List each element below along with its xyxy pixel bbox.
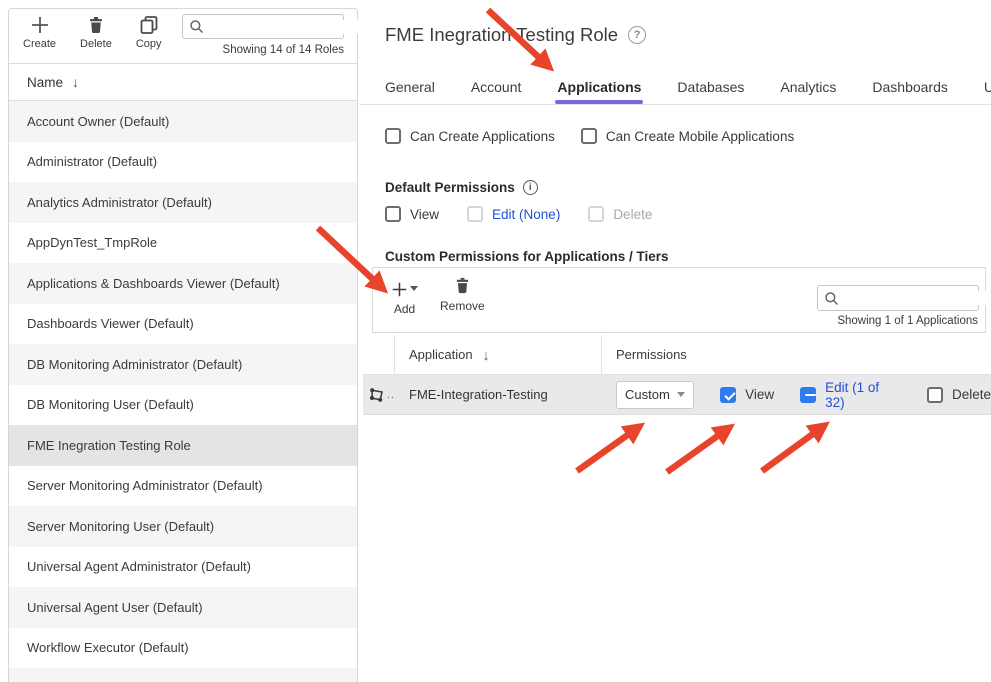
default-edit-link[interactable]: Edit (None) bbox=[492, 207, 560, 222]
can-create-mobile-applications-checkbox[interactable] bbox=[581, 128, 597, 144]
chevron-down-icon bbox=[410, 286, 418, 291]
custom-permissions-heading: Custom Permissions for Applications / Ti… bbox=[385, 249, 669, 264]
row-delete-label: Delete bbox=[952, 387, 991, 402]
create-role-button[interactable]: Create bbox=[23, 15, 56, 50]
tab-applications[interactable]: Applications bbox=[557, 70, 641, 104]
role-tabs: General Account Applications Databases A… bbox=[360, 70, 991, 105]
permission-mode-select[interactable]: Custom bbox=[616, 381, 694, 409]
search-icon bbox=[824, 291, 839, 306]
applications-table: Application ↓ Permissions .. FME-Integra… bbox=[363, 335, 991, 415]
sort-descending-icon: ↓ bbox=[72, 74, 79, 90]
permissions-column-header: Permissions bbox=[602, 335, 991, 374]
role-list-item[interactable]: DB Monitoring User (Default) bbox=[9, 385, 357, 426]
role-list-item[interactable]: Applications & Dashboards Viewer (Defaul… bbox=[9, 263, 357, 304]
tab-general[interactable]: General bbox=[385, 70, 435, 104]
role-list-item-selected[interactable]: FME Inegration Testing Role bbox=[9, 425, 357, 466]
role-list-item[interactable]: Dashboards Viewer (Default) bbox=[9, 304, 357, 345]
copy-label: Copy bbox=[136, 38, 162, 50]
default-delete-option: Delete bbox=[588, 206, 652, 222]
trash-icon bbox=[453, 276, 472, 295]
custom-permissions-toolbar: Add Remove Showing 1 of 1 Applications bbox=[372, 267, 986, 333]
role-list-item[interactable]: Analytics Administrator (Default) bbox=[9, 182, 357, 223]
roles-list: Account Owner (Default) Administrator (D… bbox=[9, 101, 357, 682]
help-icon[interactable]: ? bbox=[628, 26, 646, 44]
list-filler-stripe bbox=[9, 668, 357, 682]
role-list-item[interactable]: AppDynTest_TmpRole bbox=[9, 223, 357, 264]
default-delete-checkbox[interactable] bbox=[588, 206, 604, 222]
application-table-row[interactable]: .. FME-Integration-Testing Custom View E… bbox=[363, 375, 991, 415]
tab-account[interactable]: Account bbox=[471, 70, 522, 104]
icon-ellipsis: .. bbox=[387, 389, 395, 401]
add-label: Add bbox=[394, 302, 415, 316]
roles-count-text: Showing 14 of 14 Roles bbox=[223, 44, 344, 56]
copy-role-button[interactable]: Copy bbox=[136, 15, 162, 50]
delete-role-button[interactable]: Delete bbox=[80, 15, 112, 50]
can-create-mobile-applications-option: Can Create Mobile Applications bbox=[581, 128, 794, 144]
page-title: FME Inegration Testing Role bbox=[385, 24, 618, 46]
can-create-applications-checkbox[interactable] bbox=[385, 128, 401, 144]
copy-icon bbox=[139, 15, 159, 35]
roles-search-input[interactable] bbox=[209, 20, 364, 34]
remove-label: Remove bbox=[440, 299, 485, 313]
icon-column-header bbox=[363, 335, 395, 374]
tab-dashboards[interactable]: Dashboards bbox=[872, 70, 948, 104]
default-edit-checkbox[interactable] bbox=[467, 206, 483, 222]
info-icon[interactable]: i bbox=[523, 180, 538, 195]
applications-table-header: Application ↓ Permissions bbox=[363, 335, 991, 375]
plus-icon bbox=[30, 15, 50, 35]
row-view-checkbox[interactable] bbox=[720, 387, 736, 403]
row-view-label: View bbox=[745, 387, 774, 402]
role-list-item[interactable]: Universal Agent User (Default) bbox=[9, 587, 357, 628]
application-name-cell: FME-Integration-Testing bbox=[395, 387, 602, 402]
default-view-option: View bbox=[385, 206, 439, 222]
roles-sidebar: Create Delete Copy bbox=[8, 8, 358, 682]
role-list-item[interactable]: Server Monitoring User (Default) bbox=[9, 506, 357, 547]
plus-icon bbox=[391, 281, 408, 298]
role-list-item[interactable]: Server Monitoring Administrator (Default… bbox=[9, 466, 357, 507]
can-create-applications-option: Can Create Applications bbox=[385, 128, 555, 144]
default-view-label: View bbox=[410, 207, 439, 222]
applications-count-text: Showing 1 of 1 Applications bbox=[837, 315, 978, 327]
add-application-button[interactable]: Add bbox=[391, 276, 418, 316]
name-column-header[interactable]: Name ↓ bbox=[9, 64, 357, 101]
tab-databases[interactable]: Databases bbox=[677, 70, 744, 104]
application-column-header[interactable]: Application ↓ bbox=[395, 335, 602, 374]
role-list-item[interactable]: Workflow Executor (Default) bbox=[9, 628, 357, 669]
can-create-applications-label: Can Create Applications bbox=[410, 129, 555, 144]
can-create-mobile-applications-label: Can Create Mobile Applications bbox=[606, 129, 794, 144]
tab-analytics[interactable]: Analytics bbox=[780, 70, 836, 104]
delete-label: Delete bbox=[80, 38, 112, 50]
role-list-item[interactable]: Account Owner (Default) bbox=[9, 101, 357, 142]
role-detail-panel: FME Inegration Testing Role ? General Ac… bbox=[360, 0, 991, 682]
row-delete-option: Delete bbox=[927, 387, 991, 403]
role-list-item[interactable]: Universal Agent Administrator (Default) bbox=[9, 547, 357, 588]
role-list-item[interactable]: Administrator (Default) bbox=[9, 142, 357, 183]
application-topology-icon bbox=[368, 386, 386, 404]
role-list-item[interactable]: DB Monitoring Administrator (Default) bbox=[9, 344, 357, 385]
trash-icon bbox=[86, 15, 106, 35]
sort-descending-icon: ↓ bbox=[483, 347, 490, 363]
row-edit-link[interactable]: Edit (1 of 32) bbox=[825, 380, 901, 410]
create-label: Create bbox=[23, 38, 56, 50]
row-delete-checkbox[interactable] bbox=[927, 387, 943, 403]
remove-application-button[interactable]: Remove bbox=[440, 276, 485, 316]
search-icon bbox=[189, 19, 204, 34]
default-permissions-heading: Default Permissions bbox=[385, 180, 515, 195]
applications-search-input[interactable] bbox=[844, 291, 991, 305]
default-edit-option: Edit (None) bbox=[467, 206, 560, 222]
row-edit-option: Edit (1 of 32) bbox=[800, 380, 901, 410]
row-edit-checkbox[interactable] bbox=[800, 387, 816, 403]
tab-user-clipped[interactable]: User a bbox=[984, 70, 991, 104]
roles-toolbar: Create Delete Copy bbox=[9, 9, 357, 64]
default-view-checkbox[interactable] bbox=[385, 206, 401, 222]
roles-search-box bbox=[182, 14, 344, 39]
roles-admin-page: Create Delete Copy bbox=[0, 0, 991, 682]
default-delete-label: Delete bbox=[613, 207, 652, 222]
row-view-option: View bbox=[720, 387, 774, 403]
name-header-label: Name bbox=[27, 75, 63, 90]
applications-search-box bbox=[817, 285, 979, 311]
chevron-down-icon bbox=[677, 392, 685, 397]
